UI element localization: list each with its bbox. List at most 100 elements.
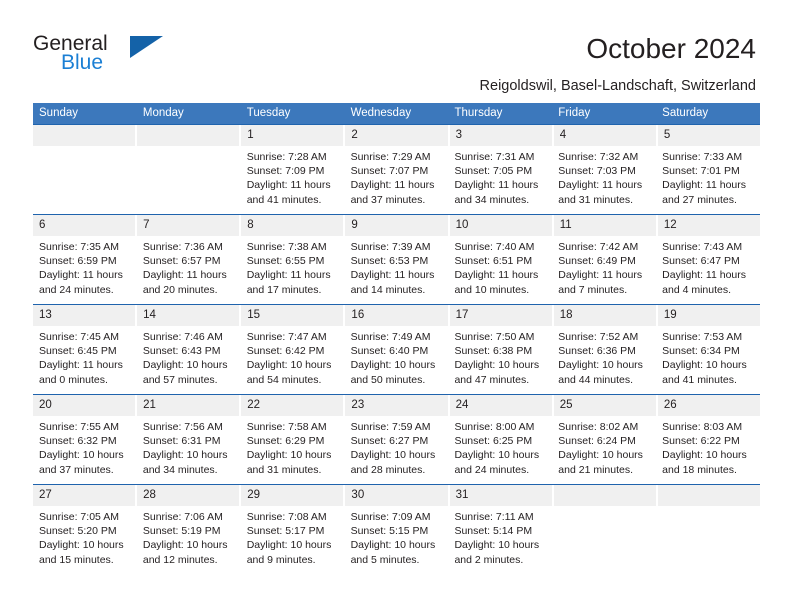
daylight-text-line1: Daylight: 11 hours [558,269,643,282]
daylight-text-line1: Daylight: 10 hours [662,359,747,372]
day-number[interactable]: 12 [657,215,760,236]
sunset-text: Sunset: 5:17 PM [246,525,325,538]
daylight-text-line2: and 34 minutes. [142,463,218,476]
daylight-text-line2: and 41 minutes. [246,193,322,206]
sunrise-text: Sunrise: 7:39 AM [350,241,431,253]
daylight-text-line2: and 31 minutes. [246,463,322,476]
day-number[interactable]: 13 [33,305,138,326]
logo-text-blue: Blue [61,51,104,74]
day-cell: Sunrise: 7:31 AM Sunset: 7:05 PM Dayligh… [448,146,552,214]
sunset-text: Sunset: 6:36 PM [558,345,636,358]
day-number[interactable]: 2 [345,125,450,146]
week-day-numbers: 20 21 22 23 24 25 26 [33,395,760,416]
weekday-tuesday: Tuesday [246,107,291,119]
day-number[interactable]: 23 [345,395,450,416]
sunrise-text: Sunrise: 7:49 AM [350,331,431,343]
day-cell: Sunrise: 7:39 AM Sunset: 6:53 PM Dayligh… [345,236,449,304]
sunset-text: Sunset: 6:34 PM [662,345,740,358]
daylight-text-line1: Daylight: 10 hours [454,359,540,372]
daylight-text-line1: Daylight: 11 hours [454,179,539,192]
day-number[interactable]: 24 [449,395,554,416]
day-number[interactable] [137,125,242,146]
sunset-text: Sunset: 7:07 PM [350,165,429,178]
week-day-numbers: 13 14 15 16 17 18 19 [33,305,760,326]
daylight-text-line1: Daylight: 10 hours [350,539,436,552]
day-number[interactable]: 19 [657,305,760,326]
day-number[interactable]: 28 [137,485,242,506]
day-cell: Sunrise: 7:36 AM Sunset: 6:57 PM Dayligh… [137,236,241,304]
week-day-details: Sunrise: 7:55 AM Sunset: 6:32 PM Dayligh… [33,416,760,484]
day-number[interactable]: 17 [449,305,554,326]
day-number[interactable]: 1 [241,125,346,146]
calendar-week-row: 27 28 29 30 31 Sunrise: 7:05 AM Sunset: … [33,484,760,574]
day-number[interactable]: 10 [449,215,554,236]
day-number[interactable]: 21 [137,395,242,416]
daylight-text-line2: and 57 minutes. [142,373,218,386]
daylight-text-line1: Daylight: 10 hours [558,359,643,372]
sunset-text: Sunset: 6:55 PM [246,255,325,268]
sunset-text: Sunset: 6:40 PM [350,345,429,358]
week-day-details: Sunrise: 7:45 AM Sunset: 6:45 PM Dayligh… [33,326,760,394]
day-cell: Sunrise: 7:29 AM Sunset: 7:07 PM Dayligh… [345,146,449,214]
day-number[interactable]: 29 [241,485,346,506]
page-header: General Blue October 2024 Reigoldswil, B… [0,0,792,100]
day-number[interactable]: 6 [33,215,138,236]
sunrise-text: Sunrise: 7:53 AM [662,331,743,343]
day-number[interactable]: 25 [553,395,658,416]
daylight-text-line1: Daylight: 11 hours [246,179,331,192]
day-number[interactable]: 20 [33,395,138,416]
daylight-text-line2: and 14 minutes. [350,283,426,296]
calendar-grid: Sunday Monday Tuesday Wednesday Thursday… [33,103,760,574]
day-number[interactable] [657,485,760,506]
day-number[interactable] [33,125,138,146]
daylight-text-line1: Daylight: 11 hours [142,269,227,282]
daylight-text-line2: and 54 minutes. [246,373,322,386]
general-blue-logo: General Blue [33,33,213,81]
day-cell [552,506,656,574]
sunrise-text: Sunrise: 7:46 AM [142,331,223,343]
day-number[interactable]: 18 [553,305,658,326]
sunset-text: Sunset: 5:14 PM [454,525,533,538]
calendar-weekday-header: Sunday Monday Tuesday Wednesday Thursday… [33,103,760,124]
day-number[interactable]: 26 [657,395,760,416]
sunrise-text: Sunrise: 7:28 AM [246,151,327,163]
day-number[interactable]: 8 [241,215,346,236]
daylight-text-line1: Daylight: 10 hours [454,539,540,552]
daylight-text-line2: and 41 minutes. [662,373,737,386]
daylight-text-line2: and 7 minutes. [558,283,628,296]
daylight-text-line2: and 15 minutes. [39,553,114,566]
daylight-text-line2: and 37 minutes. [350,193,426,206]
sunset-text: Sunset: 6:24 PM [558,435,636,448]
day-number[interactable]: 15 [241,305,346,326]
day-number[interactable]: 7 [137,215,242,236]
day-number[interactable]: 16 [345,305,450,326]
day-number[interactable]: 11 [553,215,658,236]
daylight-text-line1: Daylight: 10 hours [454,449,540,462]
weekday-thursday: Thursday [454,107,503,119]
day-number[interactable]: 9 [345,215,450,236]
day-cell: Sunrise: 7:56 AM Sunset: 6:31 PM Dayligh… [137,416,241,484]
day-cell: Sunrise: 7:55 AM Sunset: 6:32 PM Dayligh… [33,416,137,484]
sunrise-text: Sunrise: 8:00 AM [454,421,535,433]
day-number[interactable]: 14 [137,305,242,326]
sunset-text: Sunset: 7:03 PM [558,165,636,178]
day-cell: Sunrise: 7:52 AM Sunset: 6:36 PM Dayligh… [552,326,656,394]
day-number[interactable]: 5 [657,125,760,146]
day-number[interactable]: 22 [241,395,346,416]
day-number[interactable]: 31 [449,485,554,506]
sunset-text: Sunset: 6:22 PM [662,435,740,448]
day-number[interactable] [553,485,658,506]
day-number[interactable]: 27 [33,485,138,506]
sunrise-text: Sunrise: 7:43 AM [662,241,743,253]
daylight-text-line2: and 47 minutes. [454,373,530,386]
day-cell: Sunrise: 7:58 AM Sunset: 6:29 PM Dayligh… [241,416,345,484]
weekday-sunday: Sunday [39,107,79,119]
daylight-text-line2: and 18 minutes. [662,463,737,476]
day-number[interactable]: 30 [345,485,450,506]
daylight-text-line2: and 44 minutes. [558,373,634,386]
day-number[interactable]: 4 [553,125,658,146]
day-number[interactable]: 3 [449,125,554,146]
daylight-text-line2: and 50 minutes. [350,373,426,386]
weekday-saturday: Saturday [662,107,709,119]
day-cell: Sunrise: 7:53 AM Sunset: 6:34 PM Dayligh… [656,326,760,394]
